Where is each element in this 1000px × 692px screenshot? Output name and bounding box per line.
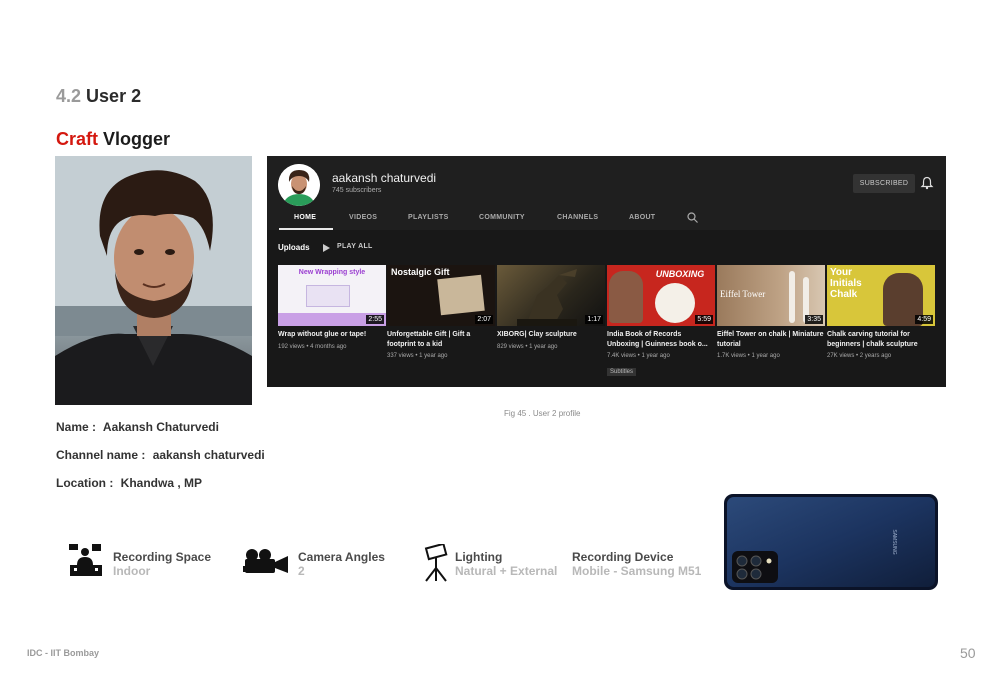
thumbnail-text: New Wrapping style (298, 269, 366, 276)
info-location-value: Khandwa , MP (120, 476, 203, 490)
camera-icon (243, 549, 288, 573)
recording-space-icon (69, 544, 102, 576)
info-name-value: Aakansh Chaturvedi (102, 420, 219, 434)
tab-home[interactable]: HOME (294, 214, 316, 221)
video-meta: 192 views • 4 months ago (278, 343, 347, 350)
channel-name[interactable]: aakansh chaturvedi (332, 171, 436, 185)
tab-playlists[interactable]: PLAYLISTS (408, 214, 449, 221)
feature-label: Recording Space (113, 550, 212, 564)
tab-videos[interactable]: VIDEOS (349, 214, 377, 221)
feature-value: Indoor (113, 564, 151, 578)
video-meta: 7.4K views • 1 year ago (607, 353, 670, 359)
video-card[interactable]: New Wrapping style 2:55 Wrap without glu… (278, 265, 386, 351)
video-duration: 3:35 (805, 315, 823, 324)
feature-value: Mobile - Samsung M51 (572, 564, 702, 578)
subscribed-button[interactable]: SUBSCRIBED (853, 174, 915, 193)
footer-institution: IDC - IIT Bombay (27, 648, 100, 658)
video-duration: 2:07 (475, 315, 493, 324)
active-tab-indicator (279, 228, 333, 230)
section-heading: 4.2 User 2 (56, 86, 141, 107)
play-all-button[interactable]: PLAY ALL (337, 243, 373, 250)
video-thumbnail[interactable]: Your Initials Chalk 4:59 (827, 265, 935, 326)
video-card[interactable]: UNBOXING 5:59 India Book of Records Unbo… (607, 265, 715, 378)
video-title[interactable]: Eiffel Tower on chalk | Miniature tutori… (717, 330, 825, 349)
video-card[interactable]: Your Initials Chalk 4:59 Chalk carving t… (827, 265, 935, 360)
video-title[interactable]: India Book of Records Unboxing | Guinnes… (607, 330, 715, 349)
video-meta: 1.7K views • 1 year ago (717, 353, 780, 359)
video-card[interactable]: Eiffel Tower 3:35 Eiffel Tower on chalk … (717, 265, 825, 360)
thumbnail-medal (655, 283, 695, 323)
info-name-label: Name : (56, 420, 97, 434)
search-icon[interactable] (687, 212, 698, 223)
thumbnail-person (609, 271, 643, 323)
video-meta: 27K views • 2 years ago (827, 353, 892, 359)
user-portrait-photo (55, 156, 252, 405)
subtitles-badge: Subtitles (607, 368, 637, 376)
video-title[interactable]: XIBORG| Clay sculpture (497, 330, 605, 340)
chalk-piece (789, 271, 795, 323)
feature-value: 2 (298, 564, 305, 578)
info-location: Location : Khandwa , MP (56, 476, 202, 490)
video-title[interactable]: Chalk carving tutorial for beginners | c… (827, 330, 935, 349)
info-location-label: Location : (56, 476, 114, 490)
feature-label: Lighting (455, 550, 503, 564)
video-duration: 1:17 (585, 315, 603, 324)
video-duration: 2:55 (366, 315, 384, 324)
thumbnail-text: Your Initials Chalk (830, 267, 862, 300)
thumbnail-text: Eiffel Tower (720, 289, 766, 299)
video-meta: 829 views • 1 year ago (497, 343, 558, 350)
video-thumbnail[interactable]: UNBOXING 5:59 (607, 265, 715, 326)
video-duration: 4:59 (915, 315, 933, 324)
video-title[interactable]: Unforgettable Gift | Gift a footprint to… (387, 330, 495, 349)
video-card[interactable]: 1:17 XIBORG| Clay sculpture 829 views • … (497, 265, 605, 351)
video-thumbnail[interactable]: Eiffel Tower 3:35 (717, 265, 825, 326)
subscriber-count: 745 subscribers (332, 187, 382, 194)
tab-community[interactable]: COMMUNITY (479, 214, 525, 221)
youtube-channel-screenshot: aakansh chaturvedi 745 subscribers SUBSC… (267, 156, 946, 387)
user-type-rest: Vlogger (103, 129, 171, 149)
video-thumbnail[interactable]: New Wrapping style 2:55 (278, 265, 386, 326)
figure-caption: Fig 45 . User 2 profile (504, 409, 581, 418)
channel-tabs: HOME VIDEOS PLAYLISTS COMMUNITY CHANNELS… (267, 208, 946, 230)
info-channel: Channel name : aakansh chaturvedi (56, 448, 265, 462)
tab-about[interactable]: ABOUT (629, 214, 655, 221)
video-title[interactable]: Wrap without glue or tape! (278, 330, 386, 340)
phone-brand-text: SAMSUNG (891, 529, 897, 554)
lighting-icon (424, 544, 448, 582)
thumbnail-box (306, 285, 350, 307)
tab-channels[interactable]: CHANNELS (557, 214, 598, 221)
thumbnail-frame (437, 274, 485, 316)
section-title: User 2 (86, 86, 142, 106)
uploads-label: Uploads (278, 243, 310, 252)
feature-label: Recording Device (572, 550, 674, 564)
video-duration: 5:59 (695, 315, 713, 324)
play-icon[interactable] (323, 244, 330, 252)
info-channel-label: Channel name : (56, 448, 146, 462)
bell-icon[interactable] (920, 176, 934, 190)
video-thumbnail[interactable]: Nostalgic Gift 2:07 (387, 265, 495, 326)
user-type-heading: Craft Vlogger (56, 129, 170, 150)
info-channel-value: aakansh chaturvedi (152, 448, 265, 462)
thumbnail-text: Nostalgic Gift (391, 267, 450, 277)
section-number: 4.2 (56, 86, 82, 106)
samsung-m51-phone-image: SAMSUNG (724, 494, 938, 590)
video-thumbnail[interactable]: 1:17 (497, 265, 605, 326)
feature-value: Natural + External (455, 564, 558, 578)
video-meta: 337 views • 1 year ago (387, 353, 448, 359)
user-type-accent: Craft (56, 129, 99, 149)
feature-label: Camera Angles (298, 550, 385, 564)
page-number: 50 (960, 645, 976, 661)
channel-avatar[interactable] (278, 164, 320, 206)
video-card[interactable]: Nostalgic Gift 2:07 Unforgettable Gift |… (387, 265, 495, 360)
thumbnail-text: UNBOXING (655, 269, 705, 279)
info-name: Name : Aakansh Chaturvedi (56, 420, 219, 434)
